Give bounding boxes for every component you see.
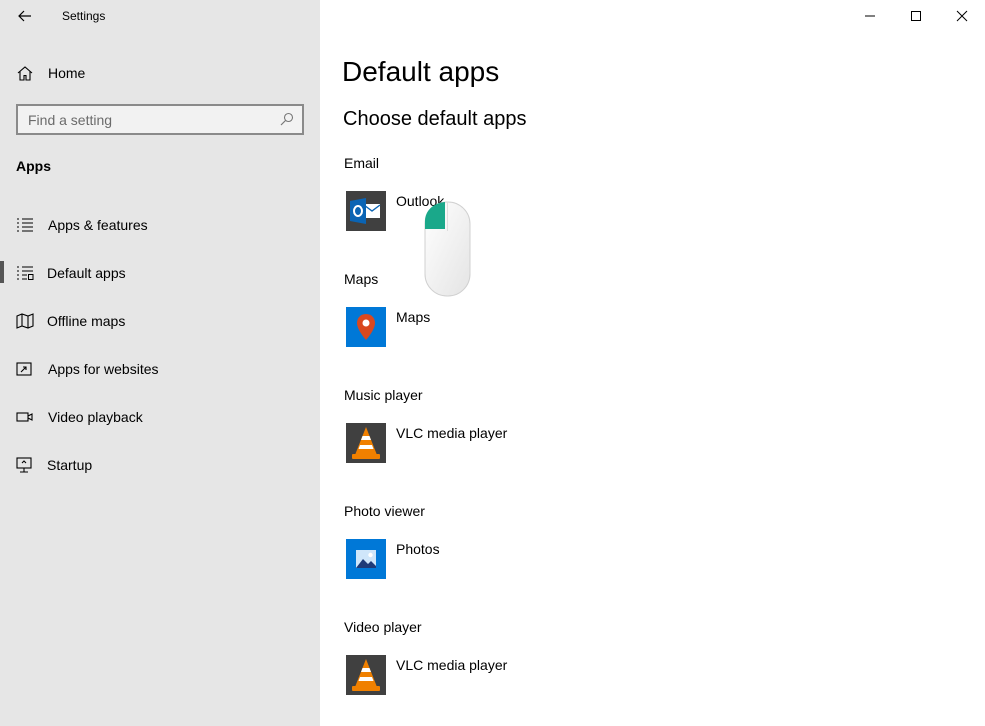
window-title: Settings: [62, 9, 106, 23]
category-label-photo-viewer: Photo viewer: [344, 503, 425, 519]
sidebar-item-startup[interactable]: Startup: [0, 444, 320, 484]
default-app-email-button[interactable]: Outlook: [344, 191, 604, 235]
maps-icon: [346, 307, 386, 347]
category-label-maps: Maps: [344, 271, 379, 287]
section-subtitle: Choose default apps: [343, 108, 527, 130]
main-content: Default apps Choose default apps Email O…: [320, 0, 985, 726]
default-apps-icon: [17, 266, 34, 280]
minimize-button[interactable]: [847, 0, 893, 32]
selection-indicator: [0, 261, 4, 283]
app-name: VLC media player: [396, 657, 508, 673]
minimize-icon: [865, 15, 875, 17]
sidebar-item-label: Startup: [47, 457, 93, 473]
vlc-icon: [346, 423, 386, 463]
close-button[interactable]: [939, 0, 985, 32]
sidebar-item-default-apps[interactable]: Default apps: [0, 252, 320, 292]
sidebar-item-label: Offline maps: [47, 313, 126, 329]
category-label-music-player: Music player: [344, 387, 423, 403]
app-name: Photos: [396, 541, 440, 557]
sidebar-item-offline-maps[interactable]: Offline maps: [0, 300, 320, 340]
maximize-button[interactable]: [893, 0, 939, 32]
link-window-icon: [16, 362, 32, 376]
back-arrow-icon: [18, 10, 31, 22]
default-app-music-player-button[interactable]: VLC media player: [344, 423, 604, 467]
category-label-email: Email: [344, 155, 380, 171]
search-icon[interactable]: [280, 112, 294, 126]
back-button[interactable]: [12, 4, 38, 28]
search-box[interactable]: [16, 104, 304, 135]
section-title: Apps: [16, 158, 51, 174]
close-icon: [956, 10, 968, 22]
sidebar: Settings Home Apps Apps & features Defau…: [0, 0, 320, 726]
video-icon: [16, 412, 33, 422]
home-nav[interactable]: Home: [0, 56, 320, 90]
default-app-video-player-button[interactable]: VLC media player: [344, 655, 604, 699]
sidebar-item-apps-for-websites[interactable]: Apps for websites: [0, 348, 320, 388]
default-app-maps-button[interactable]: Maps: [344, 307, 604, 351]
home-icon: [17, 66, 33, 81]
outlook-icon: [346, 191, 386, 231]
app-name: VLC media player: [396, 425, 508, 441]
sidebar-item-apps-features[interactable]: Apps & features: [0, 204, 320, 244]
sidebar-item-video-playback[interactable]: Video playback: [0, 396, 320, 436]
page-title: Default apps: [342, 56, 500, 87]
photos-icon: [346, 539, 386, 579]
mouse-cursor-icon: [424, 201, 471, 297]
home-label: Home: [48, 65, 86, 81]
vlc-icon: [346, 655, 386, 695]
startup-icon: [16, 457, 32, 473]
search-input[interactable]: [18, 106, 268, 133]
sidebar-item-label: Apps for websites: [48, 361, 159, 377]
map-icon: [16, 313, 34, 329]
sidebar-item-label: Default apps: [47, 265, 126, 281]
list-icon: [17, 218, 33, 232]
sidebar-item-label: Video playback: [48, 409, 143, 425]
app-name: Maps: [396, 309, 431, 325]
category-label-video-player: Video player: [344, 619, 422, 635]
default-app-photo-viewer-button[interactable]: Photos: [344, 539, 604, 583]
maximize-icon: [911, 11, 921, 21]
sidebar-item-label: Apps & features: [48, 217, 148, 233]
